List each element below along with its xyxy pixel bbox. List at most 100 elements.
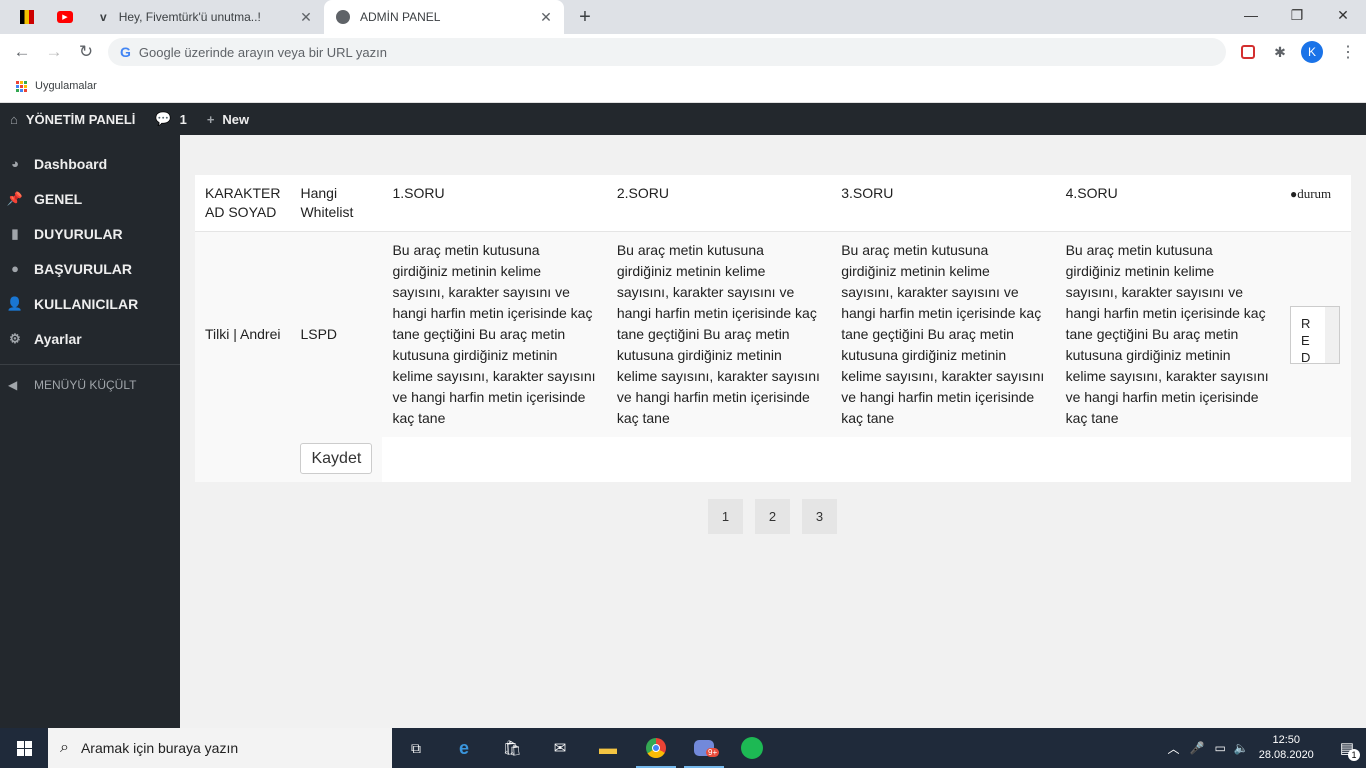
sidebar-item-duyurular[interactable]: ▮ DUYURULAR: [0, 216, 180, 251]
pagination: 1 2 3: [708, 499, 837, 534]
profile-avatar[interactable]: K: [1301, 41, 1323, 63]
collapse-label: MENÜYÜ KÜÇÜLT: [34, 378, 137, 392]
column-header: Hangi Whitelist: [290, 175, 383, 232]
kebab-menu-icon[interactable]: ⋮: [1338, 42, 1358, 62]
sidebar-item-kullanicilar[interactable]: 👤 KULLANICILAR: [0, 286, 180, 321]
new-link[interactable]: + New: [207, 112, 249, 127]
column-header: 1.SORU: [382, 175, 607, 232]
column-header: 4.SORU: [1055, 175, 1280, 232]
new-tab-button[interactable]: +: [574, 6, 596, 28]
status-value: RED: [1300, 315, 1313, 364]
column-header: 2.SORU: [606, 175, 832, 232]
youtube-tab[interactable]: ▶: [52, 6, 78, 28]
table-footer-row: Kaydet: [195, 437, 1351, 482]
admin-sidebar: ◕ Dashboard 📌 GENEL ▮ DUYURULAR ● BAŞVUR…: [0, 135, 180, 728]
answer-1: Bu araç metin kutusuna girdiğiniz metini…: [392, 242, 596, 426]
close-icon[interactable]: ✕: [298, 9, 314, 25]
apps-icon[interactable]: [16, 80, 27, 92]
windows-taskbar: ⌕ Aramak için buraya yazın ⧉ e 🛍 ✉ ▬ 9+ …: [0, 728, 1366, 768]
comments-count: 1: [179, 111, 187, 127]
address-placeholder: Google üzerinde arayın veya bir URL yazı…: [138, 44, 387, 60]
answer-4: Bu araç metin kutusuna girdiğiniz metini…: [1065, 242, 1269, 426]
tab-label: ADMİN PANEL: [360, 10, 441, 24]
sidebar-item-label: Ayarlar: [34, 330, 82, 347]
table-row: Tilki | Andrei LSPD Bu araç metin kutusu…: [195, 231, 1351, 437]
search-icon: ⌕: [60, 739, 69, 756]
answer-2: Bu araç metin kutusuna girdiğiniz metini…: [616, 242, 820, 426]
pin-icon: 📌: [6, 190, 24, 206]
restore-button[interactable]: ❐: [1274, 0, 1320, 30]
notifications-icon[interactable]: ▤ 1: [1340, 739, 1360, 761]
search-placeholder: Aramak için buraya yazın: [80, 740, 239, 756]
pinned-tab-icon: [20, 10, 34, 24]
comment-icon: ●: [11, 261, 19, 276]
user-icon: 👤: [6, 295, 24, 311]
back-icon[interactable]: ←: [10, 40, 34, 64]
scrollbar[interactable]: [1324, 306, 1339, 363]
site-home-link[interactable]: ⌂ YÖNETİM PANELİ: [10, 112, 135, 127]
extension-icon[interactable]: [1238, 42, 1258, 62]
browser-tab-strip: ▶ v Hey, Fivemtürk'ü unutma..! ✕ ADMİN P…: [0, 0, 1366, 34]
close-icon[interactable]: ✕: [538, 9, 554, 25]
system-tray: ︿ 🎤 ▭ 🔈 12:50 28.08.2020 ▤ 1: [1167, 728, 1366, 768]
windows-start-icon[interactable]: [0, 728, 48, 768]
close-window-button[interactable]: ✕: [1320, 0, 1366, 30]
clock[interactable]: 12:50 28.08.2020: [1259, 733, 1314, 763]
table-header-row: KARAKTER AD SOYAD Hangi Whitelist 1.SORU…: [195, 175, 1351, 232]
task-view-icon[interactable]: ⧉: [392, 728, 440, 768]
minimize-button[interactable]: —: [1228, 0, 1274, 30]
sidebar-item-label: KULLANICILAR: [34, 295, 139, 312]
empty-cell: [382, 437, 1351, 482]
page-link[interactable]: 3: [802, 499, 837, 534]
tab-fivemturk[interactable]: v Hey, Fivemtürk'ü unutma..! ✕: [88, 0, 324, 34]
status-textarea[interactable]: RED: [1289, 305, 1340, 364]
column-header-status: ●durum: [1279, 175, 1351, 232]
forward-icon[interactable]: →: [42, 40, 66, 64]
sidebar-item-label: DUYURULAR: [34, 225, 123, 242]
spotify-icon[interactable]: [728, 728, 776, 768]
save-cell: Kaydet: [290, 437, 383, 482]
network-icon[interactable]: ▭: [1214, 741, 1225, 755]
page-link[interactable]: 2: [755, 499, 790, 534]
microphone-icon[interactable]: 🎤: [1190, 741, 1205, 755]
sidebar-item-ayarlar[interactable]: ⚙ Ayarlar: [0, 321, 180, 356]
sidebar-item-basvurular[interactable]: ● BAŞVURULAR: [0, 251, 180, 286]
chrome-icon[interactable]: [632, 728, 680, 768]
edge-icon[interactable]: e: [440, 728, 488, 768]
save-button[interactable]: Kaydet: [300, 443, 373, 474]
home-icon: ⌂: [10, 111, 18, 127]
browser-toolbar: ← → ↻ G Google üzerinde arayın veya bir …: [0, 34, 1366, 70]
notification-count: 1: [1348, 749, 1360, 761]
gear-icon: ⚙: [9, 330, 21, 346]
store-icon[interactable]: 🛍: [488, 728, 536, 768]
column-header: 3.SORU: [831, 175, 1056, 232]
comments-link[interactable]: 💬 1: [155, 111, 186, 127]
youtube-icon: ▶: [57, 11, 73, 23]
reload-icon[interactable]: ↻: [74, 40, 98, 64]
puzzle-icon[interactable]: ✱: [1270, 42, 1290, 62]
collapse-menu-button[interactable]: ◀ MENÜYÜ KÜÇÜLT: [0, 365, 180, 405]
volume-icon[interactable]: 🔈: [1234, 741, 1249, 755]
sidebar-item-genel[interactable]: 📌 GENEL: [0, 181, 180, 216]
discord-icon[interactable]: 9+: [680, 728, 728, 768]
site-label: YÖNETİM PANELİ: [25, 111, 136, 127]
tab-label: Hey, Fivemtürk'ü unutma..!: [118, 10, 261, 24]
address-bar[interactable]: G Google üzerinde arayın veya bir URL ya…: [108, 38, 1226, 66]
sidebar-item-label: Dashboard: [34, 155, 108, 172]
dashboard-icon: ◕: [11, 156, 19, 171]
apps-bookmark[interactable]: Uygulamalar: [35, 80, 97, 92]
file-explorer-icon[interactable]: ▬: [584, 728, 632, 768]
whitelist-value: LSPD: [300, 326, 338, 342]
taskbar-search[interactable]: ⌕ Aramak için buraya yazın: [48, 728, 392, 768]
answer-3: Bu araç metin kutusuna girdiğiniz metini…: [841, 242, 1045, 426]
status-header-label: durum: [1297, 186, 1332, 201]
mail-icon[interactable]: ✉: [536, 728, 584, 768]
chevron-up-icon[interactable]: ︿: [1167, 740, 1179, 757]
sidebar-item-dashboard[interactable]: ◕ Dashboard: [0, 146, 180, 181]
pinned-tab-1[interactable]: [14, 6, 40, 28]
tab-admin-panel[interactable]: ADMİN PANEL ✕: [324, 0, 564, 34]
clock-time: 12:50: [1272, 734, 1301, 746]
page-icon: ▮: [11, 225, 19, 241]
page-link[interactable]: 1: [708, 499, 743, 534]
main-content: KARAKTER AD SOYAD Hangi Whitelist 1.SORU…: [180, 135, 1366, 728]
